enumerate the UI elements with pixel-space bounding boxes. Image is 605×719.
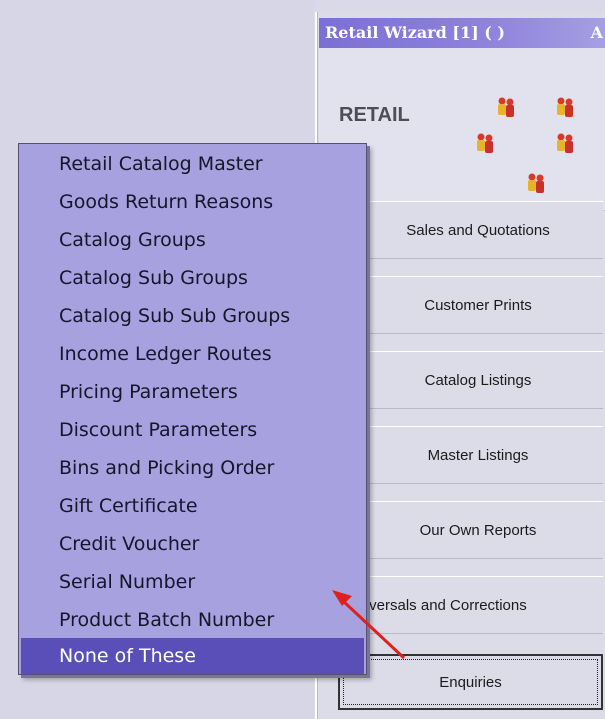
retail-heading: RETAIL	[339, 104, 410, 126]
menu-item-catalog-sub-sub-groups[interactable]: Catalog Sub Sub Groups	[21, 298, 364, 334]
menu-item-income-ledger-routes[interactable]: Income Ledger Routes	[21, 336, 364, 372]
people-group-icon	[557, 133, 573, 153]
menu-item-catalog-sub-groups[interactable]: Catalog Sub Groups	[21, 260, 364, 296]
button-label: Enquiries	[439, 673, 502, 691]
menu-item-pricing-parameters[interactable]: Pricing Parameters	[21, 374, 364, 410]
our-own-reports-button[interactable]: Our Own Reports	[353, 501, 603, 559]
menu-item-catalog-groups[interactable]: Catalog Groups	[21, 222, 364, 258]
button-label: Catalog Listings	[424, 371, 532, 389]
enquiries-button[interactable]: Enquiries	[338, 654, 603, 710]
button-label: Customer Prints	[424, 296, 532, 314]
menu-item-credit-voucher[interactable]: Credit Voucher	[21, 526, 364, 562]
button-label: Master Listings	[427, 446, 529, 464]
customer-prints-button[interactable]: Customer Prints	[353, 276, 603, 334]
menu-item-gift-certificate[interactable]: Gift Certificate	[21, 488, 364, 524]
reversals-and-corrections-button[interactable]: Reversals and Corrections	[330, 576, 603, 634]
menu-item-bins-and-picking-order[interactable]: Bins and Picking Order	[21, 450, 364, 486]
wizard-title-extra: A	[590, 23, 603, 42]
people-group-icon	[528, 173, 544, 193]
button-label: Reversals and Corrections	[350, 596, 527, 614]
menu-item-product-batch-number[interactable]: Product Batch Number	[21, 602, 364, 638]
people-group-icon	[557, 97, 573, 117]
button-label: Sales and Quotations	[406, 221, 550, 239]
wizard-title-bar[interactable]: Retail Wizard [1] ( ) A	[319, 18, 605, 48]
people-group-icon	[477, 133, 493, 153]
catalog-listings-button[interactable]: Catalog Listings	[353, 351, 603, 409]
master-listings-button[interactable]: Master Listings	[353, 426, 603, 484]
button-label: Our Own Reports	[419, 521, 537, 539]
wizard-title: Retail Wizard [1] ( )	[325, 23, 505, 42]
app-window: Retail Wizard [1] ( ) A RETAIL Sales and…	[0, 0, 605, 719]
sales-and-quotations-button[interactable]: Sales and Quotations	[353, 201, 603, 259]
popup-menu: Retail Catalog Master Goods Return Reaso…	[18, 143, 367, 675]
menu-item-serial-number[interactable]: Serial Number	[21, 564, 364, 600]
menu-item-goods-return-reasons[interactable]: Goods Return Reasons	[21, 184, 364, 220]
menu-item-none-of-these[interactable]: None of These	[21, 638, 364, 674]
menu-item-discount-parameters[interactable]: Discount Parameters	[21, 412, 364, 448]
people-group-icon	[498, 97, 514, 117]
menu-item-retail-catalog-master[interactable]: Retail Catalog Master	[21, 146, 364, 182]
